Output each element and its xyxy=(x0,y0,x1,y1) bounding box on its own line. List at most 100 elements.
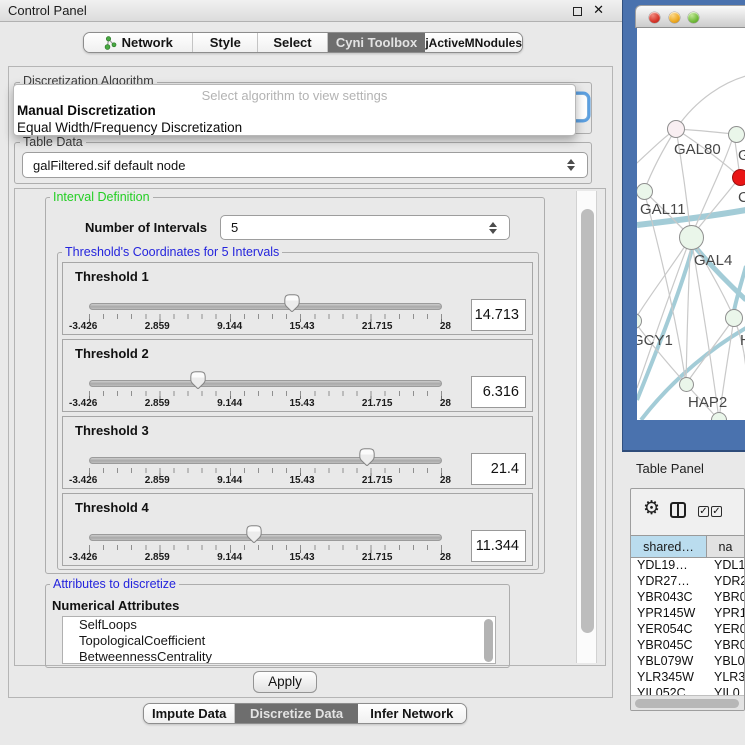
tick-label: 9.144 xyxy=(217,475,242,486)
apply-button[interactable]: Apply xyxy=(253,671,317,693)
network-node[interactable] xyxy=(728,126,745,143)
table-cell: YDL1 xyxy=(707,558,744,574)
table-row[interactable]: YBR043CYBR0 xyxy=(631,590,744,606)
table-row[interactable]: YLR345WYLR3 xyxy=(631,670,744,686)
threshold-box: Threshold 2 -3.4262.8599.14415.4321.7152… xyxy=(62,339,533,412)
checkbox-icon[interactable]: ✓ xyxy=(711,506,722,517)
numerical-attributes-list[interactable]: SelfLoopsTopologicalCoefficientBetweenne… xyxy=(62,616,496,664)
tab-select[interactable]: Select xyxy=(258,33,328,52)
tick-label: 9.144 xyxy=(217,552,242,563)
gear-icon[interactable]: ⚙ xyxy=(643,497,660,520)
network-node[interactable] xyxy=(725,309,743,327)
scrollbar-thumb[interactable] xyxy=(635,699,739,708)
mac-minimize-button[interactable] xyxy=(669,12,680,23)
close-icon[interactable]: ✕ xyxy=(593,2,604,18)
network-canvas[interactable]: GAL80GACGAL11GAL4GCY1HHAP2 xyxy=(637,28,745,420)
table-data-combobox[interactable]: galFiltered.sif default node xyxy=(22,152,588,178)
network-node[interactable] xyxy=(679,377,694,392)
network-node[interactable] xyxy=(732,169,745,186)
slider-track[interactable] xyxy=(89,303,442,310)
vertical-scrollbar[interactable] xyxy=(576,191,597,663)
combo-arrows-icon xyxy=(489,222,497,234)
slider-thumb[interactable] xyxy=(359,448,375,466)
threshold-value-field[interactable]: 11.344 xyxy=(471,530,526,562)
column-header-name[interactable]: na xyxy=(707,536,744,557)
tick-label: 15.43 xyxy=(290,321,315,332)
slider-track[interactable] xyxy=(89,534,442,541)
dropdown-option-equal-width[interactable]: Equal Width/Frequency Discretization xyxy=(17,120,242,135)
table-row[interactable]: YDL19…YDL1 xyxy=(631,558,744,574)
scrollbar-thumb[interactable] xyxy=(581,209,594,633)
group-title: Table Data xyxy=(20,135,86,149)
slider-thumb[interactable] xyxy=(246,525,262,543)
dropdown-option-manual[interactable]: Manual Discretization xyxy=(17,103,156,118)
table-row[interactable]: YPR145WYPR1 xyxy=(631,606,744,622)
tab-label: Network xyxy=(122,35,173,50)
network-node[interactable] xyxy=(667,120,685,138)
table-row[interactable]: YER054CYER0 xyxy=(631,622,744,638)
attribute-item[interactable]: TopologicalCoefficient xyxy=(63,633,495,649)
attribute-item[interactable]: SelfLoops xyxy=(63,617,495,633)
algorithm-dropdown-popup: Select algorithm to view settings Manual… xyxy=(13,84,576,136)
table-cell: YBR045C xyxy=(631,638,707,654)
group-title: Attributes to discretize xyxy=(50,577,179,591)
tick-label: 28 xyxy=(440,398,451,409)
table-row[interactable]: YIL052CYIL0 xyxy=(631,686,744,695)
column-header-shared-name[interactable]: shared… xyxy=(631,536,707,557)
network-node-label: C xyxy=(738,189,745,206)
tab-discretize-data[interactable]: Discretize Data xyxy=(235,704,357,723)
mac-zoom-button[interactable] xyxy=(688,12,699,23)
network-node-label: GAL80 xyxy=(674,141,721,158)
network-node[interactable] xyxy=(679,225,704,250)
slider-track[interactable] xyxy=(89,457,442,464)
table-cell: YER054C xyxy=(631,622,707,638)
table-row[interactable]: YBL079WYBL0 xyxy=(631,654,744,670)
tick-labels: -3.4262.8599.14415.4321.71528 xyxy=(69,475,451,486)
slider-thumb[interactable] xyxy=(284,294,300,312)
network-node[interactable] xyxy=(637,183,653,200)
list-scrollbar-thumb[interactable] xyxy=(484,619,493,662)
threshold-value-field[interactable]: 14.713 xyxy=(471,299,526,331)
tab-label: jActiveMNodules xyxy=(425,36,522,50)
tick-label: 28 xyxy=(440,552,451,563)
checkbox-icon[interactable]: ✓ xyxy=(698,506,709,517)
tab-infer-network[interactable]: Infer Network xyxy=(358,704,466,723)
threshold-title: Threshold 4 xyxy=(75,500,149,515)
table-row[interactable]: YDR27…YDR2 xyxy=(631,574,744,590)
panel-title: Control Panel xyxy=(8,3,87,18)
tab-style[interactable]: Style xyxy=(193,33,258,52)
slider-track[interactable] xyxy=(89,380,442,387)
attribute-item[interactable]: BetweennessCentrality xyxy=(63,649,495,664)
network-node-label: HAP2 xyxy=(688,394,727,411)
tab-jactivemnodules[interactable]: jActiveMNodules xyxy=(425,33,522,52)
tab-network[interactable]: Network xyxy=(84,33,193,52)
threshold-box: Threshold 4 -3.4262.8599.14415.4321.7152… xyxy=(62,493,533,566)
slider-thumb[interactable] xyxy=(190,371,206,389)
threshold-value-field[interactable]: 21.4 xyxy=(471,453,526,485)
tab-impute-data[interactable]: Impute Data xyxy=(144,704,235,723)
tab-label: Style xyxy=(210,35,241,50)
split-columns-icon[interactable] xyxy=(670,502,686,518)
table-cell: YIL0 xyxy=(707,686,744,695)
table-cell: YDR2 xyxy=(707,574,744,590)
app-root: Control Panel ✕ Network Style Select Cyn… xyxy=(0,0,745,745)
num-intervals-combobox[interactable]: 5 xyxy=(220,215,510,240)
float-window-icon[interactable] xyxy=(573,7,582,16)
table-cell: YPR1 xyxy=(707,606,744,622)
horizontal-scrollbar[interactable] xyxy=(631,695,744,710)
tick-label: -3.426 xyxy=(69,321,97,332)
mac-close-button[interactable] xyxy=(649,12,660,23)
table-header-row: shared… na xyxy=(631,535,744,558)
tick-label: 9.144 xyxy=(217,398,242,409)
table-row[interactable]: YBR045CYBR0 xyxy=(631,638,744,654)
tab-label: Infer Network xyxy=(370,706,453,721)
slider-minor-ticks xyxy=(89,468,443,473)
tick-label: 28 xyxy=(440,475,451,486)
tab-cyni-toolbox[interactable]: Cyni Toolbox xyxy=(328,33,426,52)
group-title: Interval Definition xyxy=(50,190,153,204)
slider-minor-ticks xyxy=(89,314,443,319)
table-toolbar: ⚙ ✓ ✓ xyxy=(631,489,744,535)
threshold-value-field[interactable]: 6.316 xyxy=(471,376,526,408)
threshold-title: Threshold 1 xyxy=(75,269,149,284)
table-cell: YBL0 xyxy=(707,654,744,670)
